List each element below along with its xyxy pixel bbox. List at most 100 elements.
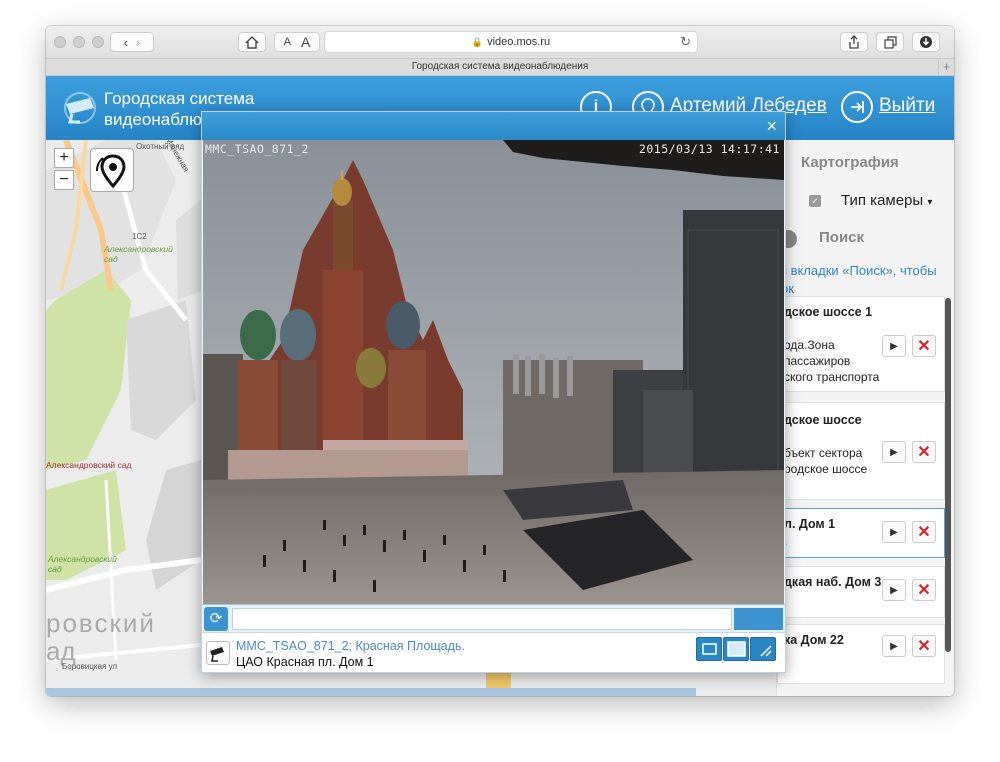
close-icon: ✕: [917, 582, 931, 599]
lock-icon: 🔒: [471, 36, 484, 47]
share-icon: [849, 35, 859, 49]
tabs-overview-button[interactable]: [876, 32, 904, 52]
camera-type-label: Тип камеры: [841, 192, 924, 209]
camera-item-desc-line: пассажиров: [784, 354, 851, 368]
camera-item-desc: ода.Зона пассажиров ского транспорта: [784, 337, 879, 385]
browser-toolbar: ‹ › A A 🔒 video.mos.ru ↻: [46, 26, 954, 58]
site-title-line1: Городская система: [104, 89, 255, 108]
play-button[interactable]: ▶: [882, 521, 906, 543]
video-scene: [203, 140, 784, 604]
zoom-out-button[interactable]: −: [54, 170, 74, 190]
camera-item-title: л. Дом 1: [784, 517, 836, 531]
play-icon: ▶: [890, 446, 898, 458]
window-large-icon: [727, 641, 746, 657]
window-small-icon: [702, 643, 717, 655]
remove-button[interactable]: ✕: [912, 441, 936, 463]
camera-item-desc-line: бъект сектора: [784, 446, 863, 460]
resize-handle[interactable]: [750, 637, 776, 661]
camera-item-title: дское шоссе 1: [784, 305, 873, 319]
play-button[interactable]: ▶: [882, 441, 906, 463]
text-larger-button[interactable]: A: [301, 34, 310, 50]
search-hint-line1: з вкладки «Поиск», чтобы: [781, 263, 937, 278]
back-forward-buttons[interactable]: ‹ ›: [110, 32, 154, 52]
camera-item-selected[interactable]: л. Дом 1 . ▶ ✕: [777, 508, 945, 558]
camera-type-filter[interactable]: Тип камеры ▾: [841, 192, 932, 209]
camera-info-footer: MMC_TSAO_871_2; Красная Площадь. ЦАО Кра…: [202, 632, 785, 672]
map-label-park-1: Александровский сад: [104, 244, 173, 264]
play-icon: ▶: [890, 640, 898, 652]
remove-button[interactable]: ✕: [912, 579, 936, 601]
camera-address: ЦАО Красная пл. Дом 1: [236, 655, 374, 669]
refresh-icon: ⟳: [209, 610, 223, 627]
logout-icon-button[interactable]: [841, 91, 873, 123]
play-button[interactable]: ▶: [882, 635, 906, 657]
tab-cartography[interactable]: Картография: [801, 154, 899, 171]
camera-item-desc: бъект сектора родское шоссе: [784, 445, 867, 477]
camera-panel: Картография ✓ Тип камеры ▾ Поиск з вклад…: [776, 140, 954, 696]
browser-window: ‹ › A A 🔒 video.mos.ru ↻ Городская систе…: [46, 26, 954, 696]
close-icon: ✕: [917, 338, 931, 355]
new-tab-button[interactable]: +: [938, 59, 954, 75]
zoom-in-button[interactable]: +: [54, 148, 74, 168]
camera-list-scrollbar[interactable]: [945, 298, 951, 652]
timeline-slider[interactable]: [232, 608, 732, 630]
share-button[interactable]: [840, 32, 868, 52]
tab-search[interactable]: Поиск: [819, 229, 864, 246]
play-icon: ▶: [890, 584, 898, 596]
camera-item[interactable]: дкая наб. Дом 3 ▶ ✕: [777, 566, 945, 618]
dialog-title-bar[interactable]: ×: [202, 112, 785, 140]
resize-icon: [760, 645, 772, 657]
remove-button[interactable]: ✕: [912, 635, 936, 657]
close-icon: ✕: [917, 444, 931, 461]
home-icon: [245, 35, 259, 49]
timeline-live-button[interactable]: [734, 608, 783, 630]
camera-logo-icon: [64, 92, 96, 124]
play-button[interactable]: ▶: [882, 335, 906, 357]
play-icon: ▶: [890, 340, 898, 352]
video-controls: ⟳: [202, 604, 785, 632]
camera-item-title: дское шоссе: [784, 413, 862, 427]
refresh-stream-button[interactable]: ⟳: [204, 607, 228, 631]
location-pin-icon: [96, 154, 126, 189]
download-icon: [920, 36, 932, 48]
osd-timestamp: 2015/03/13 14:17:41: [638, 142, 780, 156]
close-icon: ✕: [917, 638, 931, 655]
camera-item[interactable]: дское шоссе 1 ода.Зона пассажиров ского …: [777, 296, 945, 392]
map-label-borovitskaya: Боровицкая ул: [62, 662, 118, 671]
remove-button[interactable]: ✕: [912, 521, 936, 543]
forward-icon[interactable]: ›: [136, 35, 140, 50]
text-smaller-button[interactable]: A: [284, 36, 291, 48]
logout-link[interactable]: Выйти: [879, 95, 935, 117]
close-dialog-button[interactable]: ×: [766, 116, 777, 137]
locate-button[interactable]: [90, 148, 134, 192]
camera-item[interactable]: ка Дом 22 ▶ ✕: [777, 624, 945, 684]
back-icon[interactable]: ‹: [124, 35, 128, 50]
map-label-park-2: Александровский сад: [46, 460, 132, 470]
camera-name: MMC_TSAO_871_2; Красная Площадь.: [236, 639, 465, 653]
address-bar[interactable]: 🔒 video.mos.ru ↻: [324, 31, 698, 53]
camera-item[interactable]: дское шоссе бъект сектора родское шоссе …: [777, 402, 945, 500]
play-icon: ▶: [890, 526, 898, 538]
play-button[interactable]: ▶: [882, 579, 906, 601]
osd-camera-id: MMC_TSAO_871_2: [205, 142, 309, 156]
tab-title[interactable]: Городская система видеонаблюдения: [412, 61, 588, 72]
downloads-button[interactable]: [912, 32, 940, 52]
camera-item-title: ка Дом 22: [784, 633, 844, 647]
camera-item-desc-line: родское шоссе: [784, 462, 868, 476]
cctv-camera-icon: [206, 641, 230, 665]
home-button[interactable]: [238, 32, 266, 52]
large-view-button[interactable]: [723, 637, 749, 661]
minimize-window-button[interactable]: [73, 36, 85, 48]
map-label-1c2: 1С2: [132, 232, 147, 241]
close-icon: ✕: [917, 524, 931, 541]
map-label-large-1: ровский: [46, 608, 156, 638]
text-size-buttons[interactable]: A A: [274, 32, 320, 52]
close-window-button[interactable]: [54, 36, 66, 48]
camera-type-checkbox[interactable]: ✓: [809, 195, 821, 207]
remove-button[interactable]: ✕: [912, 335, 936, 357]
camera-video-frame[interactable]: MMC_TSAO_871_2 2015/03/13 14:17:41: [203, 140, 784, 604]
zoom-window-button[interactable]: [92, 36, 104, 48]
small-view-button[interactable]: [696, 637, 722, 661]
reload-icon[interactable]: ↻: [680, 34, 691, 50]
map-label-park-3: Александровский сад: [48, 554, 117, 574]
